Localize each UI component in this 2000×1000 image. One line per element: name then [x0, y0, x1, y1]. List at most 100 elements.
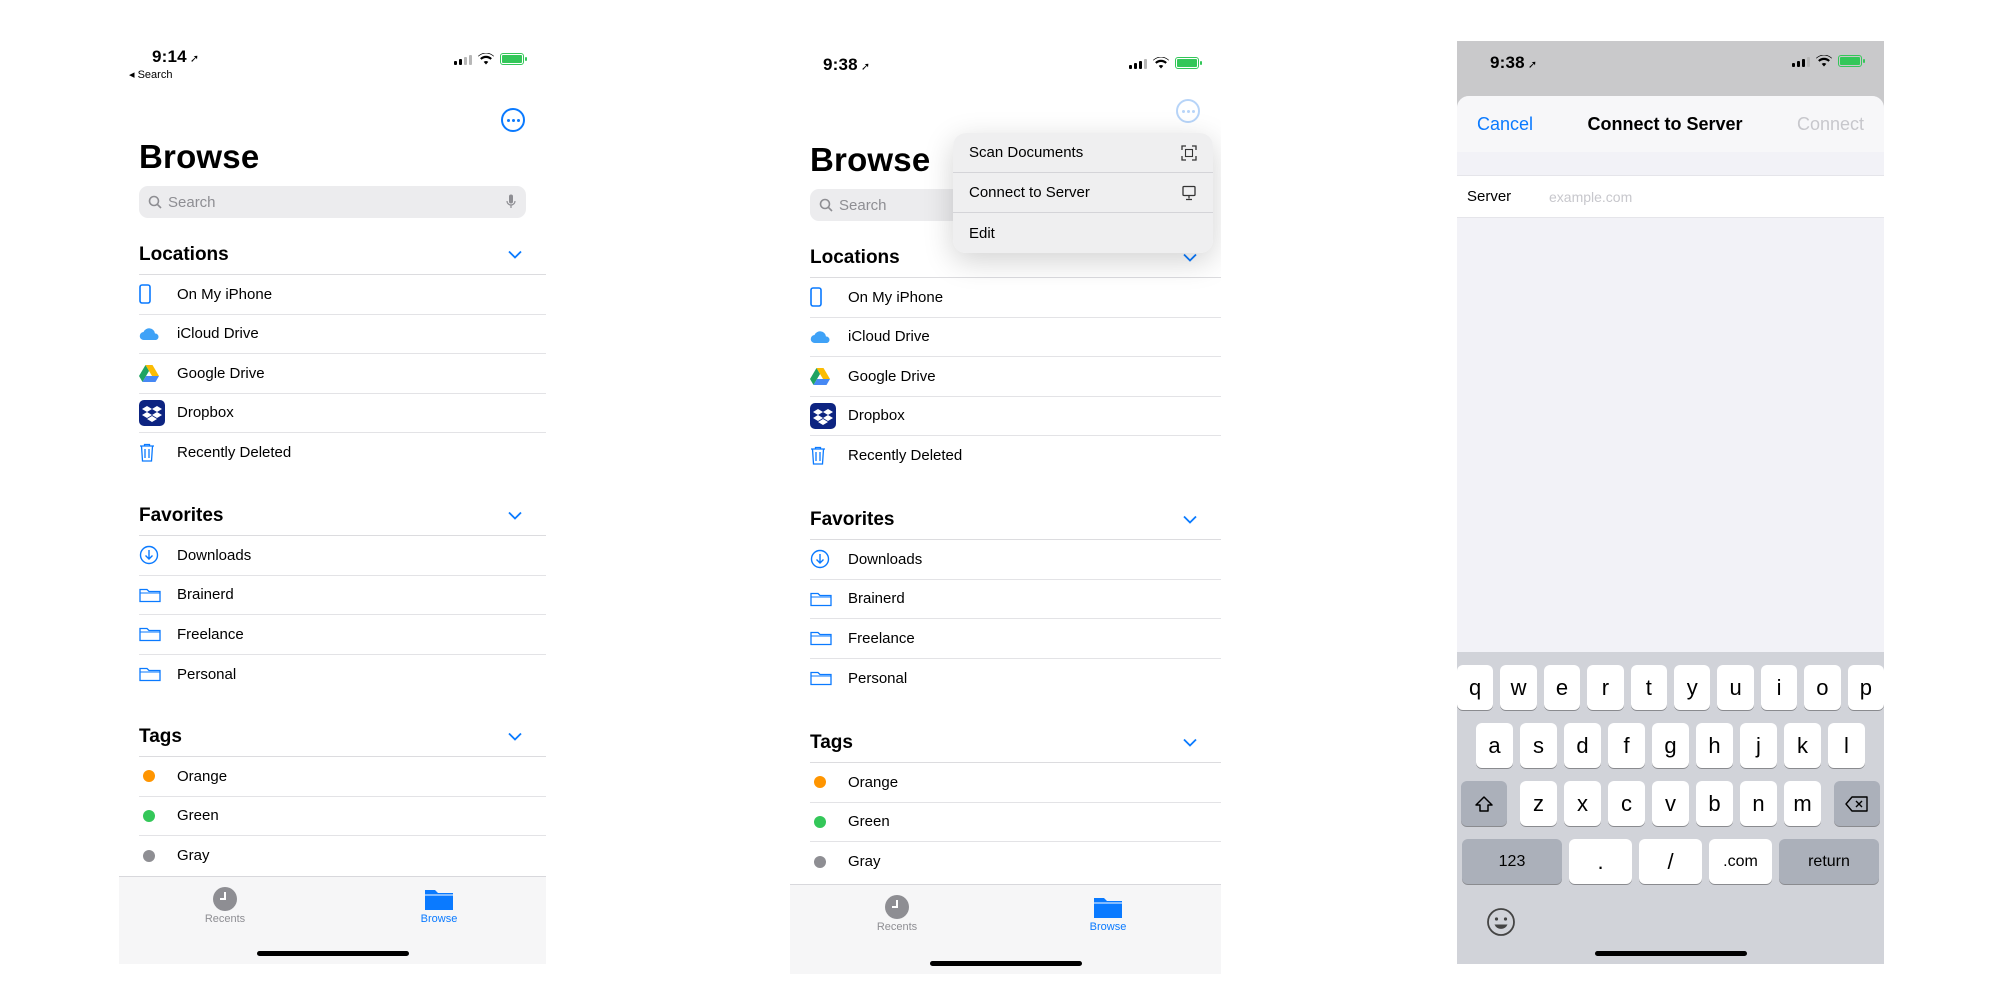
favorite-freelance[interactable]: Freelance	[810, 619, 1221, 659]
key-u[interactable]: u	[1717, 665, 1754, 710]
microphone-icon[interactable]	[506, 194, 516, 210]
tags-header[interactable]: Tags	[139, 717, 546, 757]
key-a[interactable]: a	[1476, 723, 1513, 768]
favorite-downloads[interactable]: Downloads	[810, 540, 1221, 580]
location-on-my-iphone[interactable]: On My iPhone	[139, 275, 546, 315]
location-icloud-drive[interactable]: iCloud Drive	[139, 315, 546, 354]
search-field[interactable]: Search	[139, 186, 526, 218]
connect-button[interactable]: Connect	[1797, 114, 1864, 135]
key-t[interactable]: t	[1630, 665, 1667, 710]
favorite-freelance[interactable]: Freelance	[139, 615, 546, 655]
favorite-brainerd[interactable]: Brainerd	[810, 580, 1221, 619]
locations-header[interactable]: Locations	[139, 235, 546, 275]
backspace-icon	[1845, 795, 1868, 812]
chevron-down-icon[interactable]	[508, 250, 522, 259]
key-r[interactable]: r	[1587, 665, 1624, 710]
tab-recents[interactable]: Recents	[185, 885, 265, 925]
key-w[interactable]: w	[1500, 665, 1537, 710]
favorite-downloads[interactable]: Downloads	[139, 536, 546, 576]
chevron-down-icon[interactable]	[1183, 515, 1197, 524]
key-x[interactable]: x	[1564, 781, 1601, 826]
dot-key[interactable]: .	[1569, 839, 1632, 884]
favorites-header[interactable]: Favorites	[810, 500, 1221, 540]
tag-gray[interactable]: Gray	[810, 842, 1221, 882]
home-indicator	[1594, 951, 1747, 956]
key-b[interactable]: b	[1696, 781, 1733, 826]
key-f[interactable]: f	[1608, 723, 1645, 768]
location-icloud-drive[interactable]: iCloud Drive	[810, 318, 1221, 357]
key-n[interactable]: n	[1740, 781, 1777, 826]
shift-key[interactable]	[1461, 781, 1507, 826]
favorite-brainerd[interactable]: Brainerd	[139, 576, 546, 615]
key-d[interactable]: d	[1564, 723, 1601, 768]
menu-scan-documents[interactable]: Scan Documents	[953, 133, 1213, 173]
key-c[interactable]: c	[1608, 781, 1645, 826]
key-p[interactable]: p	[1847, 665, 1884, 710]
server-input[interactable]: example.com	[1549, 189, 1632, 205]
location-dropbox[interactable]: Dropbox	[810, 397, 1221, 436]
chevron-down-icon[interactable]	[1183, 738, 1197, 747]
location-google-drive[interactable]: Google Drive	[139, 354, 546, 394]
tag-orange[interactable]: Orange	[139, 757, 546, 797]
tag-orange[interactable]: Orange	[810, 763, 1221, 803]
key-l[interactable]: l	[1828, 723, 1865, 768]
server-field-row[interactable]: Server example.com	[1457, 175, 1884, 218]
key-k[interactable]: k	[1784, 723, 1821, 768]
cancel-button[interactable]: Cancel	[1477, 114, 1533, 135]
favorites-header[interactable]: Favorites	[139, 496, 546, 536]
search-placeholder: Search	[168, 193, 216, 211]
chevron-down-icon[interactable]	[508, 511, 522, 520]
tag-green[interactable]: Green	[810, 803, 1221, 842]
location-on-my-iphone[interactable]: On My iPhone	[810, 278, 1221, 318]
tag-green[interactable]: Green	[139, 797, 546, 836]
emoji-button[interactable]	[1486, 907, 1516, 942]
server-label: Server	[1467, 188, 1512, 205]
gray-tag-icon	[143, 849, 155, 862]
tags-header[interactable]: Tags	[810, 723, 1221, 763]
location-recently-deleted[interactable]: Recently Deleted	[810, 436, 1221, 476]
home-indicator	[929, 961, 1082, 966]
location-icon: ➚	[189, 53, 200, 65]
key-i[interactable]: i	[1760, 665, 1798, 710]
folder-filled-icon	[425, 890, 453, 910]
delete-key[interactable]	[1834, 781, 1880, 826]
key-g[interactable]: g	[1652, 723, 1689, 768]
locations-section: Locations On My iPhone iCloud Drive Goog…	[810, 238, 1221, 476]
battery-icon	[500, 53, 527, 65]
scan-icon	[1181, 144, 1197, 161]
back-to-search-link[interactable]: ◂ Search	[129, 68, 172, 81]
tab-browse[interactable]: Browse	[1068, 893, 1148, 933]
location-google-drive[interactable]: Google Drive	[810, 357, 1221, 397]
location-dropbox[interactable]: Dropbox	[139, 394, 546, 433]
chevron-down-icon[interactable]	[1183, 253, 1197, 262]
chevron-down-icon[interactable]	[508, 732, 522, 741]
key-v[interactable]: v	[1652, 781, 1689, 826]
menu-connect-to-server[interactable]: Connect to Server	[953, 173, 1213, 213]
numbers-key[interactable]: 123	[1462, 839, 1562, 884]
key-s[interactable]: s	[1520, 723, 1557, 768]
tag-gray[interactable]: Gray	[139, 836, 546, 876]
more-options-button[interactable]	[1176, 99, 1200, 123]
key-h[interactable]: h	[1696, 723, 1733, 768]
tab-recents[interactable]: Recents	[857, 893, 937, 933]
return-key[interactable]: return	[1779, 839, 1879, 884]
key-m[interactable]: m	[1784, 781, 1821, 826]
slash-key[interactable]: /	[1639, 839, 1702, 884]
key-o[interactable]: o	[1804, 665, 1841, 710]
key-j[interactable]: j	[1740, 723, 1777, 768]
icloud-icon	[810, 331, 830, 343]
tab-browse[interactable]: Browse	[399, 885, 479, 925]
google-drive-icon	[810, 367, 830, 385]
dotcom-key[interactable]: .com	[1709, 839, 1772, 884]
key-q[interactable]: q	[1457, 665, 1494, 710]
location-recently-deleted[interactable]: Recently Deleted	[139, 433, 546, 473]
key-y[interactable]: y	[1674, 665, 1711, 710]
folder-icon	[139, 628, 161, 642]
favorite-personal[interactable]: Personal	[139, 655, 546, 695]
more-options-button[interactable]	[501, 108, 525, 132]
menu-edit[interactable]: Edit	[953, 213, 1213, 253]
favorite-personal[interactable]: Personal	[810, 659, 1221, 699]
key-z[interactable]: z	[1520, 781, 1557, 826]
search-icon	[819, 198, 833, 212]
key-e[interactable]: e	[1543, 665, 1581, 710]
